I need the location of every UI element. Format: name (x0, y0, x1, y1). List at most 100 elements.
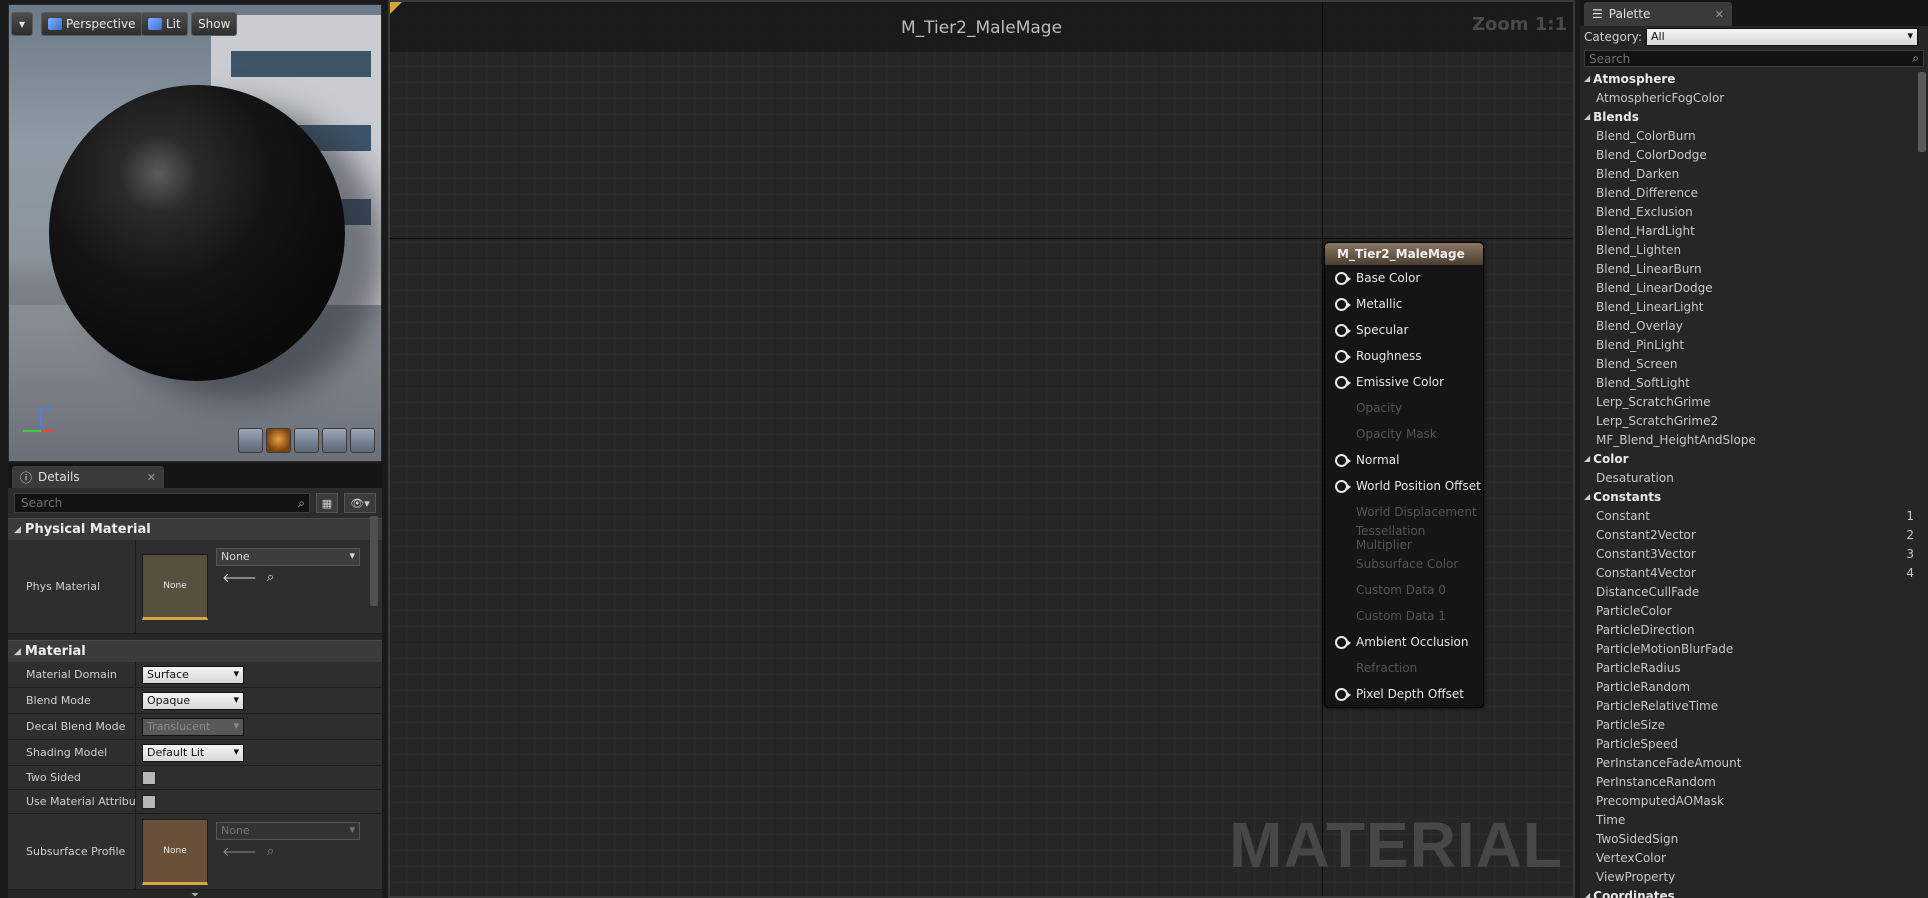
use-selected-arrow-icon[interactable]: 🡐 (222, 570, 257, 586)
category-select[interactable]: All (1645, 28, 1918, 46)
palette-item[interactable]: AtmosphericFogColor (1580, 88, 1914, 107)
eye-visibility-icon[interactable]: 👁▾ (344, 493, 376, 513)
custom-mesh-preview-icon[interactable] (350, 428, 375, 453)
palette-item[interactable]: ParticleSpeed (1580, 734, 1914, 753)
palette-item[interactable]: Blend_ColorDodge (1580, 145, 1914, 164)
palette-item[interactable]: Constant2Vector 2 (1580, 525, 1914, 544)
palette-item[interactable]: Blend_LinearBurn (1580, 259, 1914, 278)
pin-connector-icon[interactable] (1335, 271, 1351, 285)
node-pin[interactable]: Metallic (1325, 291, 1483, 317)
expand-more-icon[interactable]: ⏷ (8, 890, 382, 898)
close-icon[interactable]: ✕ (1715, 8, 1724, 21)
preview-viewport[interactable]: ▾ Perspective Lit Show Z (8, 4, 382, 462)
palette-item[interactable]: Constant4Vector 4 (1580, 563, 1914, 582)
palette-item[interactable]: MF_Blend_HeightAndSlope (1580, 430, 1914, 449)
palette-item[interactable]: Blend_Darken (1580, 164, 1914, 183)
palette-item[interactable]: ParticleRelativeTime (1580, 696, 1914, 715)
palette-item[interactable]: ParticleRandom (1580, 677, 1914, 696)
palette-search-input[interactable]: Search ⌕ (1584, 50, 1924, 67)
node-pin[interactable]: Pixel Depth Offset (1325, 681, 1483, 707)
palette-item[interactable]: PrecomputedAOMask (1580, 791, 1914, 810)
palette-group-header[interactable]: ◢ Color (1580, 449, 1914, 468)
palette-item[interactable]: Desaturation (1580, 468, 1914, 487)
browse-search-icon[interactable]: ⌕ (267, 570, 274, 586)
palette-item[interactable]: Blend_Lighten (1580, 240, 1914, 259)
pin-connector-icon[interactable] (1335, 349, 1351, 363)
palette-item[interactable]: ParticleSize (1580, 715, 1914, 734)
category-physical-material[interactable]: ◢ Physical Material (8, 518, 382, 540)
pin-connector-icon[interactable] (1335, 375, 1351, 389)
palette-group-header[interactable]: ◢ Atmosphere (1580, 69, 1914, 88)
palette-item[interactable]: Constant 1 (1580, 506, 1914, 525)
node-pin[interactable]: Base Color (1325, 265, 1483, 291)
palette-item[interactable]: PerInstanceFadeAmount (1580, 753, 1914, 772)
palette-item[interactable]: PerInstanceRandom (1580, 772, 1914, 791)
palette-group-header[interactable]: ◢ Coordinates (1580, 886, 1914, 898)
palette-item[interactable]: Blend_Overlay (1580, 316, 1914, 335)
palette-item[interactable]: TwoSidedSign (1580, 829, 1914, 848)
palette-item[interactable]: Lerp_ScratchGrime (1580, 392, 1914, 411)
phys-material-thumbnail[interactable]: None (142, 553, 208, 620)
shading-model-combo[interactable]: Default Lit (142, 743, 244, 762)
palette-item[interactable]: ParticleDirection (1580, 620, 1914, 639)
two-sided-checkbox[interactable] (142, 770, 156, 785)
node-pin[interactable]: Emissive Color (1325, 369, 1483, 395)
node-pin[interactable]: Ambient Occlusion (1325, 629, 1483, 655)
palette-item[interactable]: Blend_HardLight (1580, 221, 1914, 240)
tab-details[interactable]: ⓘ Details ✕ (12, 466, 164, 488)
browse-search-icon[interactable]: ⌕ (267, 844, 274, 860)
details-search-input[interactable]: Search ⌕ (14, 493, 310, 513)
use-selected-arrow-icon[interactable]: 🡐 (222, 844, 257, 860)
use-material-attributes-checkbox[interactable] (142, 794, 156, 809)
pin-connector-icon[interactable] (1335, 479, 1351, 493)
palette-group-header[interactable]: ◢ Blends (1580, 107, 1914, 126)
plane-preview-icon[interactable] (294, 428, 319, 453)
palette-item[interactable]: Blend_LinearDodge (1580, 278, 1914, 297)
palette-item[interactable]: ParticleRadius (1580, 658, 1914, 677)
palette-item[interactable]: Blend_Difference (1580, 183, 1914, 202)
phys-material-combo[interactable]: None (216, 548, 360, 566)
palette-item[interactable]: ParticleColor (1580, 601, 1914, 620)
palette-item[interactable]: Lerp_ScratchGrime2 (1580, 411, 1914, 430)
pin-connector-icon[interactable] (1335, 323, 1351, 337)
palette-item[interactable]: Blend_Exclusion (1580, 202, 1914, 221)
palette-item[interactable]: Blend_SoftLight (1580, 373, 1914, 392)
pin-connector-icon[interactable] (1335, 687, 1351, 701)
lit-button[interactable]: Lit (141, 12, 188, 36)
pin-connector-icon[interactable] (1335, 453, 1351, 467)
palette-item[interactable]: Blend_Screen (1580, 354, 1914, 373)
palette-item[interactable]: DistanceCullFade (1580, 582, 1914, 601)
palette-item[interactable]: Constant3Vector 3 (1580, 544, 1914, 563)
palette-item[interactable]: Blend_PinLight (1580, 335, 1914, 354)
show-button[interactable]: Show (191, 12, 238, 36)
sphere-preview-icon[interactable] (266, 428, 291, 453)
pin-connector-icon[interactable] (1335, 635, 1351, 649)
viewport-menu-button[interactable]: ▾ (11, 12, 33, 36)
subsurface-profile-thumbnail[interactable]: None (142, 818, 208, 885)
node-pin[interactable]: Roughness (1325, 343, 1483, 369)
palette-item[interactable]: Time (1580, 810, 1914, 829)
tab-palette[interactable]: ☰ Palette ✕ (1584, 2, 1732, 26)
view-options-grid-icon[interactable]: ▦ (316, 493, 338, 513)
details-scrollbar[interactable] (370, 516, 378, 606)
cylinder-preview-icon[interactable] (238, 428, 263, 453)
node-pin[interactable]: Normal (1325, 447, 1483, 473)
palette-scrollbar[interactable] (1918, 72, 1926, 152)
material-graph-canvas[interactable]: M_Tier2_MaleMage Zoom 1:1 M_Tier2_MaleMa… (388, 0, 1575, 898)
category-material[interactable]: ◢ Material (8, 640, 382, 662)
palette-item[interactable]: Blend_ColorBurn (1580, 126, 1914, 145)
cube-preview-icon[interactable] (322, 428, 347, 453)
perspective-button[interactable]: Perspective (41, 12, 143, 36)
pin-connector-icon[interactable] (1335, 297, 1351, 311)
palette-item[interactable]: VertexColor (1580, 848, 1914, 867)
close-icon[interactable]: ✕ (147, 471, 156, 484)
palette-item[interactable]: ViewProperty (1580, 867, 1914, 886)
material-result-node[interactable]: M_Tier2_MaleMage Base Color Metallic Specu… (1324, 242, 1484, 708)
palette-item[interactable]: ParticleMotionBlurFade (1580, 639, 1914, 658)
palette-group-header[interactable]: ◢ Constants (1580, 487, 1914, 506)
material-domain-combo[interactable]: Surface (142, 665, 244, 684)
node-pin[interactable]: Specular (1325, 317, 1483, 343)
blend-mode-combo[interactable]: Opaque (142, 691, 244, 710)
palette-item[interactable]: Blend_LinearLight (1580, 297, 1914, 316)
node-pin[interactable]: World Position Offset (1325, 473, 1483, 499)
